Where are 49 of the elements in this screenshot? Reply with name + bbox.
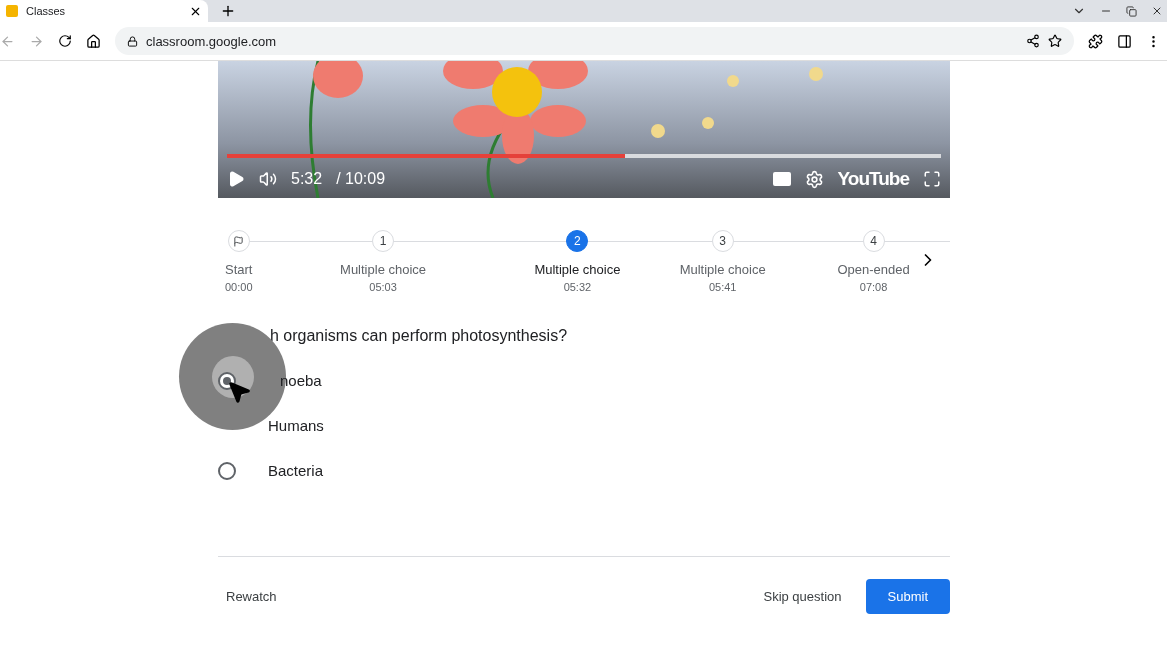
home-icon[interactable] [86,33,101,49]
option-label[interactable]: Humans [268,417,324,434]
timeline-marker[interactable]: 3 [711,230,734,252]
skip-question-button[interactable]: Skip question [755,579,850,614]
fullscreen-icon[interactable] [923,170,941,188]
timeline-time: 05:32 [563,281,592,293]
duration: / 10:09 [336,170,386,188]
rewatch-button[interactable]: Rewatch [218,579,285,614]
current-time: 5:32 [291,170,323,188]
close-icon[interactable] [1151,5,1163,17]
play-icon[interactable] [227,170,245,188]
video-player[interactable]: 5:32 / 10:09 YouTube [218,61,950,198]
captions-icon[interactable] [772,172,791,186]
star-icon[interactable] [1048,34,1062,48]
timeline-marker[interactable] [227,230,250,252]
youtube-logo[interactable]: YouTube [837,168,909,190]
timeline-label: Multiple choice [679,262,766,277]
url-text: classroom.google.com [146,33,278,49]
side-panel-icon[interactable] [1117,33,1132,49]
timeline-marker[interactable]: 4 [862,230,885,252]
timeline-time: 07:08 [859,281,888,293]
settings-icon[interactable] [804,169,824,189]
timeline-label: Multiple choice [534,262,621,277]
tab-title: Classes [26,5,67,17]
question-text: h organisms can perform photosynthesis? [269,327,569,345]
browser-tab[interactable]: Classes [0,0,208,22]
lock-icon [127,35,138,47]
reload-icon[interactable] [58,34,72,48]
timeline-time: 05:41 [708,281,737,293]
progress-track[interactable] [227,154,941,158]
restore-icon[interactable] [1126,5,1137,17]
cursor-icon [226,379,252,405]
share-icon[interactable] [1026,34,1040,48]
timeline-label: Start [225,262,253,277]
address-bar[interactable]: classroom.google.com [115,27,1074,55]
timeline-time: 05:03 [369,281,397,293]
timeline-label: Multiple choice [340,262,427,277]
submit-button[interactable]: Submit [865,579,950,614]
option-label[interactable]: Bacteria [268,462,324,479]
timeline-label: Open-ended [837,262,910,277]
radio-button[interactable] [218,461,236,480]
timeline-marker[interactable]: 1 [372,230,395,252]
extensions-icon[interactable] [1088,33,1103,49]
new-tab-icon[interactable] [220,3,236,19]
timeline-marker[interactable]: 2 [566,230,589,252]
flag-icon [233,235,245,247]
volume-icon[interactable] [259,170,277,188]
classroom-logo-icon [6,5,18,17]
timeline-time: 00:00 [225,281,253,293]
